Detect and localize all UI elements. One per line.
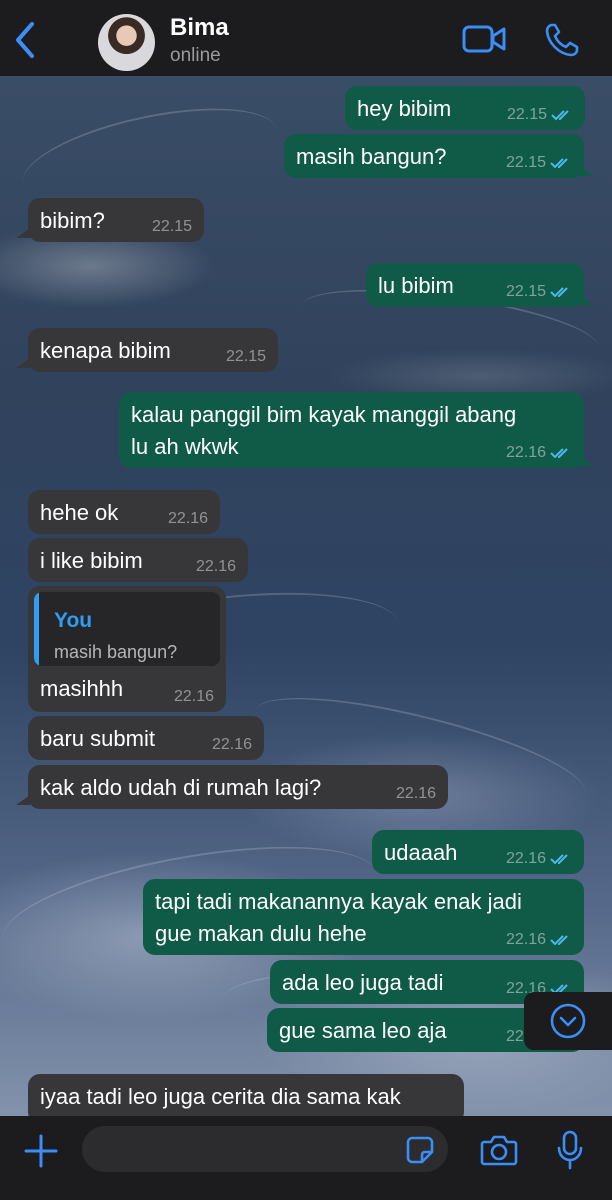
plus-icon bbox=[24, 1134, 58, 1168]
scroll-to-bottom-button[interactable] bbox=[524, 992, 612, 1050]
read-receipt-icon bbox=[551, 110, 569, 121]
message-time: 22.15 bbox=[506, 106, 547, 123]
microphone-icon bbox=[557, 1130, 583, 1170]
message-time: 22.16 bbox=[167, 510, 208, 527]
quote-bar bbox=[34, 592, 39, 666]
avatar[interactable] bbox=[98, 14, 155, 71]
message-bubble-incoming[interactable]: kenapa bibim 22.15 bbox=[28, 328, 278, 372]
message-bubble-outgoing[interactable]: hey bibim 22.15 bbox=[345, 86, 585, 130]
message-bubble-outgoing[interactable]: lu bibim 22.15 bbox=[366, 263, 584, 307]
message-text-line-1: tapi tadi makanannya kayak enak jadi bbox=[155, 889, 522, 914]
read-receipt-icon bbox=[550, 935, 568, 946]
message-text: gue sama leo aja bbox=[279, 1018, 447, 1043]
back-chevron-icon bbox=[16, 22, 34, 58]
video-camera-icon bbox=[462, 25, 506, 53]
message-input-bar bbox=[0, 1116, 612, 1200]
message-time: 22.16 bbox=[395, 785, 436, 802]
message-bubble-outgoing[interactable]: tapi tadi makanannya kayak enak jadi gue… bbox=[143, 879, 584, 955]
message-time: 22.16 bbox=[211, 736, 252, 753]
read-receipt-icon bbox=[550, 158, 568, 169]
message-bubble-outgoing[interactable]: kalau panggil bim kayak manggil abang lu… bbox=[119, 392, 584, 468]
message-time: 22.15 bbox=[505, 283, 546, 300]
contact-status: online bbox=[170, 45, 221, 66]
message-time: 22.16 bbox=[195, 558, 236, 575]
read-receipt-icon bbox=[550, 287, 568, 298]
back-button[interactable] bbox=[10, 20, 42, 60]
message-text: bibim? bbox=[40, 208, 105, 233]
attach-button[interactable] bbox=[24, 1134, 58, 1168]
message-time: 22.16 bbox=[505, 931, 546, 948]
microphone-button[interactable] bbox=[556, 1130, 584, 1170]
quoted-reply[interactable]: You masih bangun? bbox=[34, 592, 220, 666]
message-bubble-incoming[interactable]: kak aldo udah di rumah lagi? 22.16 bbox=[28, 765, 448, 809]
message-time: 22.15 bbox=[151, 218, 192, 235]
message-text: masihhh bbox=[40, 676, 124, 701]
message-text: iyaa tadi leo juga cerita dia sama kak bbox=[40, 1084, 401, 1109]
message-text-line-2: gue makan dulu hehe bbox=[155, 921, 367, 946]
message-text: i like bibim bbox=[40, 548, 143, 573]
message-bubble-outgoing[interactable]: udaaah 22.16 bbox=[372, 830, 584, 874]
message-text-line-2: lu ah wkwk bbox=[131, 434, 239, 459]
phone-icon bbox=[545, 23, 579, 57]
message-bubble-incoming[interactable]: bibim? 22.15 bbox=[28, 198, 204, 242]
video-call-button[interactable] bbox=[462, 24, 506, 54]
message-time: 22.16 bbox=[173, 688, 214, 705]
message-bubble-incoming[interactable]: i like bibim 22.16 bbox=[28, 538, 248, 582]
message-text: hehe ok bbox=[40, 500, 119, 525]
message-text: udaaah bbox=[384, 840, 458, 865]
read-receipt-icon bbox=[550, 854, 568, 865]
contact-name[interactable]: Bima bbox=[170, 14, 229, 42]
message-bubble-incoming[interactable]: baru submit 22.16 bbox=[28, 716, 264, 760]
message-time: 22.16 bbox=[505, 444, 546, 461]
message-text: lu bibim bbox=[378, 273, 454, 298]
message-time: 22.15 bbox=[505, 154, 546, 171]
voice-call-button[interactable] bbox=[544, 22, 580, 58]
sticker-icon bbox=[406, 1136, 434, 1164]
message-text-line-1: kalau panggil bim kayak manggil abang bbox=[131, 402, 517, 427]
quoted-author: You bbox=[54, 609, 93, 632]
chat-header: Bima online bbox=[0, 0, 612, 76]
message-text: kak aldo udah di rumah lagi? bbox=[40, 775, 322, 800]
message-text: masih bangun? bbox=[296, 144, 447, 169]
sticker-button[interactable] bbox=[406, 1136, 434, 1164]
camera-icon bbox=[480, 1135, 518, 1166]
message-bubble-outgoing[interactable]: masih bangun? 22.15 bbox=[284, 134, 584, 178]
message-bubble-incoming-reply[interactable]: You masih bangun? masihhh 22.16 bbox=[28, 586, 226, 712]
read-receipt-icon bbox=[550, 448, 568, 459]
message-text: ada leo juga tadi bbox=[282, 970, 444, 995]
message-input[interactable] bbox=[82, 1126, 448, 1172]
message-text: kenapa bibim bbox=[40, 338, 171, 363]
chevron-down-icon bbox=[550, 1003, 586, 1039]
message-time: 22.15 bbox=[225, 348, 266, 365]
message-time: 22.16 bbox=[505, 850, 546, 867]
message-text: hey bibim bbox=[357, 96, 452, 121]
message-text: baru submit bbox=[40, 726, 155, 751]
message-bubble-incoming[interactable]: hehe ok 22.16 bbox=[28, 490, 220, 534]
quoted-text: masih bangun? bbox=[54, 642, 178, 662]
camera-button[interactable] bbox=[480, 1134, 518, 1166]
